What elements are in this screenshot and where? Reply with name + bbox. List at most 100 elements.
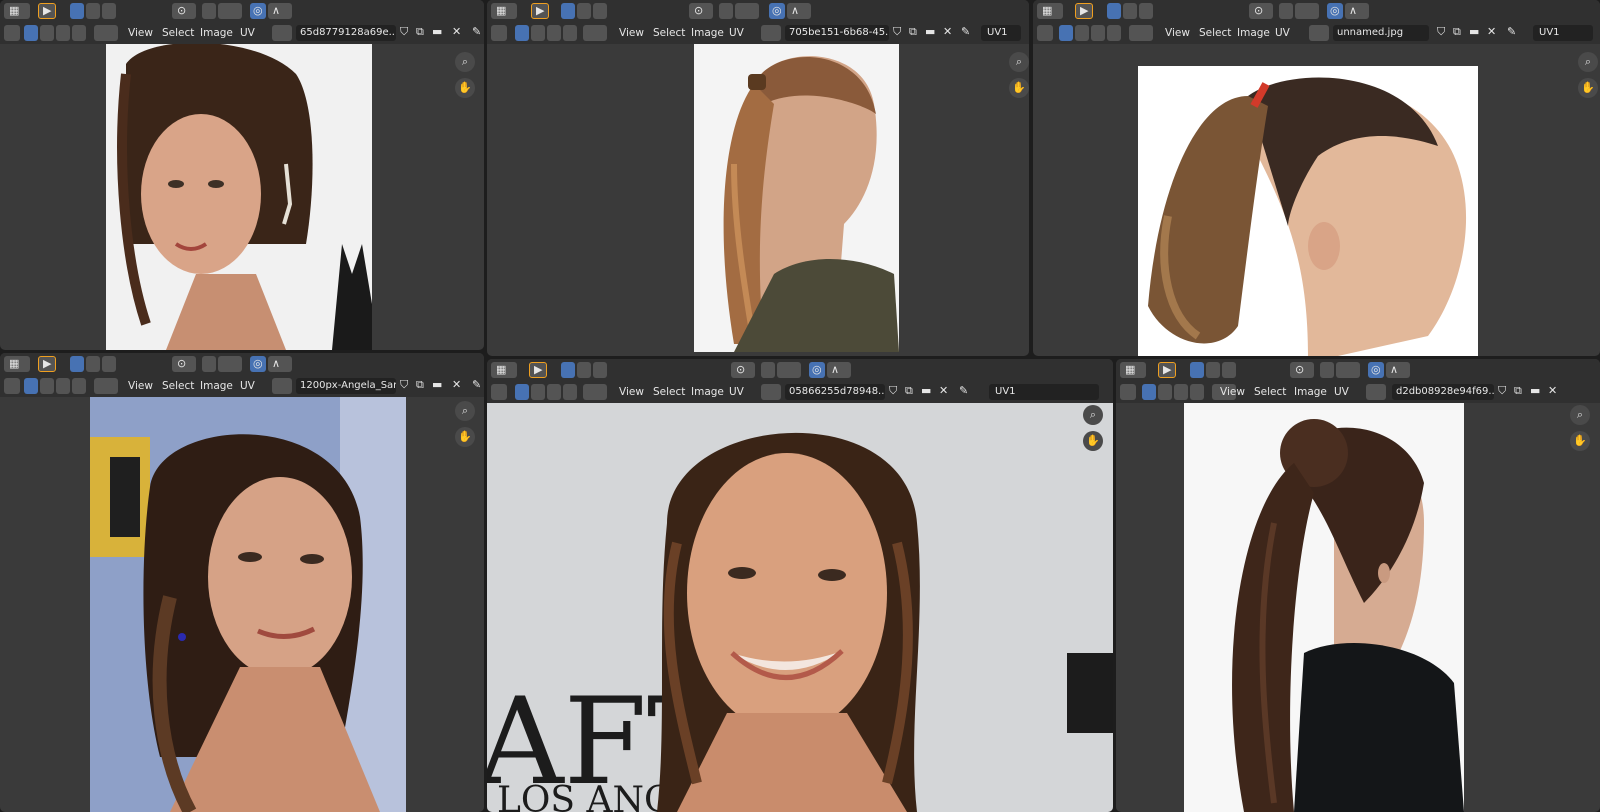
zoom-icon[interactable]: ⌕ [1578,52,1598,72]
new-image-icon[interactable]: ⧉ [416,377,424,393]
pivot-dropdown[interactable]: ⊙ [172,3,196,19]
new-image-icon[interactable]: ⧉ [416,24,424,40]
falloff-dropdown[interactable]: ∧ [1386,362,1410,378]
menu-image[interactable]: Image [691,25,724,41]
select-mode-extend-button[interactable] [1123,3,1137,19]
edge-select-button[interactable] [40,378,54,394]
menu-select[interactable]: Select [653,384,685,400]
image-browse-button[interactable] [272,378,292,394]
sticky-select-dropdown[interactable] [94,25,118,41]
edge-select-button[interactable] [1075,25,1089,41]
edge-select-button[interactable] [1158,384,1172,400]
edge-select-button[interactable] [531,384,545,400]
menu-select[interactable]: Select [162,25,194,41]
zoom-icon[interactable]: ⌕ [1009,52,1029,72]
open-folder-icon[interactable]: ▬ [432,377,442,393]
close-icon[interactable]: ✕ [939,383,948,399]
sticky-select-dropdown[interactable] [583,25,607,41]
editor-type-button[interactable]: ▦ [4,356,30,372]
image-browse-button[interactable] [1309,25,1329,41]
pin-icon[interactable]: ✎ [959,383,968,399]
open-folder-icon[interactable]: ▬ [432,24,442,40]
island-select-button[interactable] [563,25,577,41]
face-select-button[interactable] [547,25,561,41]
pivot-dropdown[interactable]: ⊙ [731,362,755,378]
uv-sync-toggle[interactable] [4,25,20,41]
menu-uv[interactable]: UV [240,25,255,41]
pivot-dropdown[interactable]: ⊙ [1249,3,1273,19]
sticky-select-dropdown[interactable] [1129,25,1153,41]
face-select-button[interactable] [1091,25,1105,41]
select-tool-button[interactable]: ▶ [1158,362,1176,378]
select-mode-extend-button[interactable] [1206,362,1220,378]
new-image-icon[interactable]: ⧉ [905,383,913,399]
vertex-select-button[interactable] [515,384,529,400]
select-mode-new-button[interactable] [561,3,575,19]
image-name-field[interactable]: 05866255d78948... [785,384,885,400]
menu-image[interactable]: Image [1237,25,1270,41]
select-tool-button[interactable]: ▶ [529,362,547,378]
menu-view[interactable]: View [1220,384,1245,400]
select-mode-extend-button[interactable] [86,356,100,372]
snap-dropdown[interactable] [218,356,242,372]
proportional-edit-toggle[interactable]: ◎ [250,356,266,372]
snap-toggle[interactable] [1320,362,1334,378]
image-browse-button[interactable] [272,25,292,41]
falloff-dropdown[interactable]: ∧ [268,3,292,19]
uv-sync-toggle[interactable] [491,384,507,400]
image-name-field[interactable]: d2db08928e94f69... [1392,384,1494,400]
close-icon[interactable]: ✕ [943,24,952,40]
snap-dropdown[interactable] [777,362,801,378]
face-select-button[interactable] [547,384,561,400]
snap-dropdown[interactable] [1336,362,1360,378]
falloff-dropdown[interactable]: ∧ [268,356,292,372]
zoom-icon[interactable]: ⌕ [455,401,475,421]
select-tool-button[interactable]: ▶ [38,3,56,19]
select-mode-extend-button[interactable] [577,362,591,378]
menu-image[interactable]: Image [691,384,724,400]
select-mode-subtract-button[interactable] [1222,362,1236,378]
hand-pan-icon[interactable]: ✋ [455,78,475,98]
edge-select-button[interactable] [531,25,545,41]
close-icon[interactable]: ✕ [1487,24,1496,40]
editor-type-button[interactable]: ▦ [4,3,30,19]
proportional-edit-toggle[interactable]: ◎ [250,3,266,19]
sticky-select-dropdown[interactable] [583,384,607,400]
menu-view[interactable]: View [1165,25,1190,41]
uv-sync-toggle[interactable] [491,25,507,41]
open-folder-icon[interactable]: ▬ [921,383,931,399]
shield-icon[interactable]: ⛉ [400,377,408,393]
snap-dropdown[interactable] [735,3,759,19]
select-mode-subtract-button[interactable] [593,3,607,19]
uv-map-field[interactable]: UV1 [989,384,1099,400]
vertex-select-button[interactable] [1059,25,1073,41]
island-select-button[interactable] [1107,25,1121,41]
image-name-field[interactable]: 65d8779128a69e... [296,25,396,41]
zoom-icon[interactable]: ⌕ [1570,405,1590,425]
snap-dropdown[interactable] [218,3,242,19]
pin-icon[interactable]: ✎ [1507,24,1516,40]
vertex-select-button[interactable] [24,25,38,41]
face-select-button[interactable] [56,378,70,394]
pivot-dropdown[interactable]: ⊙ [689,3,713,19]
select-tool-button[interactable]: ▶ [531,3,549,19]
menu-select[interactable]: Select [1199,25,1231,41]
select-mode-new-button[interactable] [1107,3,1121,19]
snap-toggle[interactable] [1279,3,1293,19]
island-select-button[interactable] [1190,384,1204,400]
hand-pan-icon[interactable]: ✋ [1009,78,1029,98]
select-mode-subtract-button[interactable] [102,3,116,19]
proportional-edit-toggle[interactable]: ◎ [1368,362,1384,378]
menu-view[interactable]: View [619,25,644,41]
face-select-button[interactable] [1174,384,1188,400]
select-mode-new-button[interactable] [1190,362,1204,378]
zoom-icon[interactable]: ⌕ [455,52,475,72]
snap-toggle[interactable] [761,362,775,378]
select-mode-subtract-button[interactable] [102,356,116,372]
face-select-button[interactable] [56,25,70,41]
new-image-icon[interactable]: ⧉ [1453,24,1461,40]
select-tool-button[interactable]: ▶ [38,356,56,372]
shield-icon[interactable]: ⛉ [1498,383,1506,399]
falloff-dropdown[interactable]: ∧ [787,3,811,19]
menu-select[interactable]: Select [162,378,194,394]
